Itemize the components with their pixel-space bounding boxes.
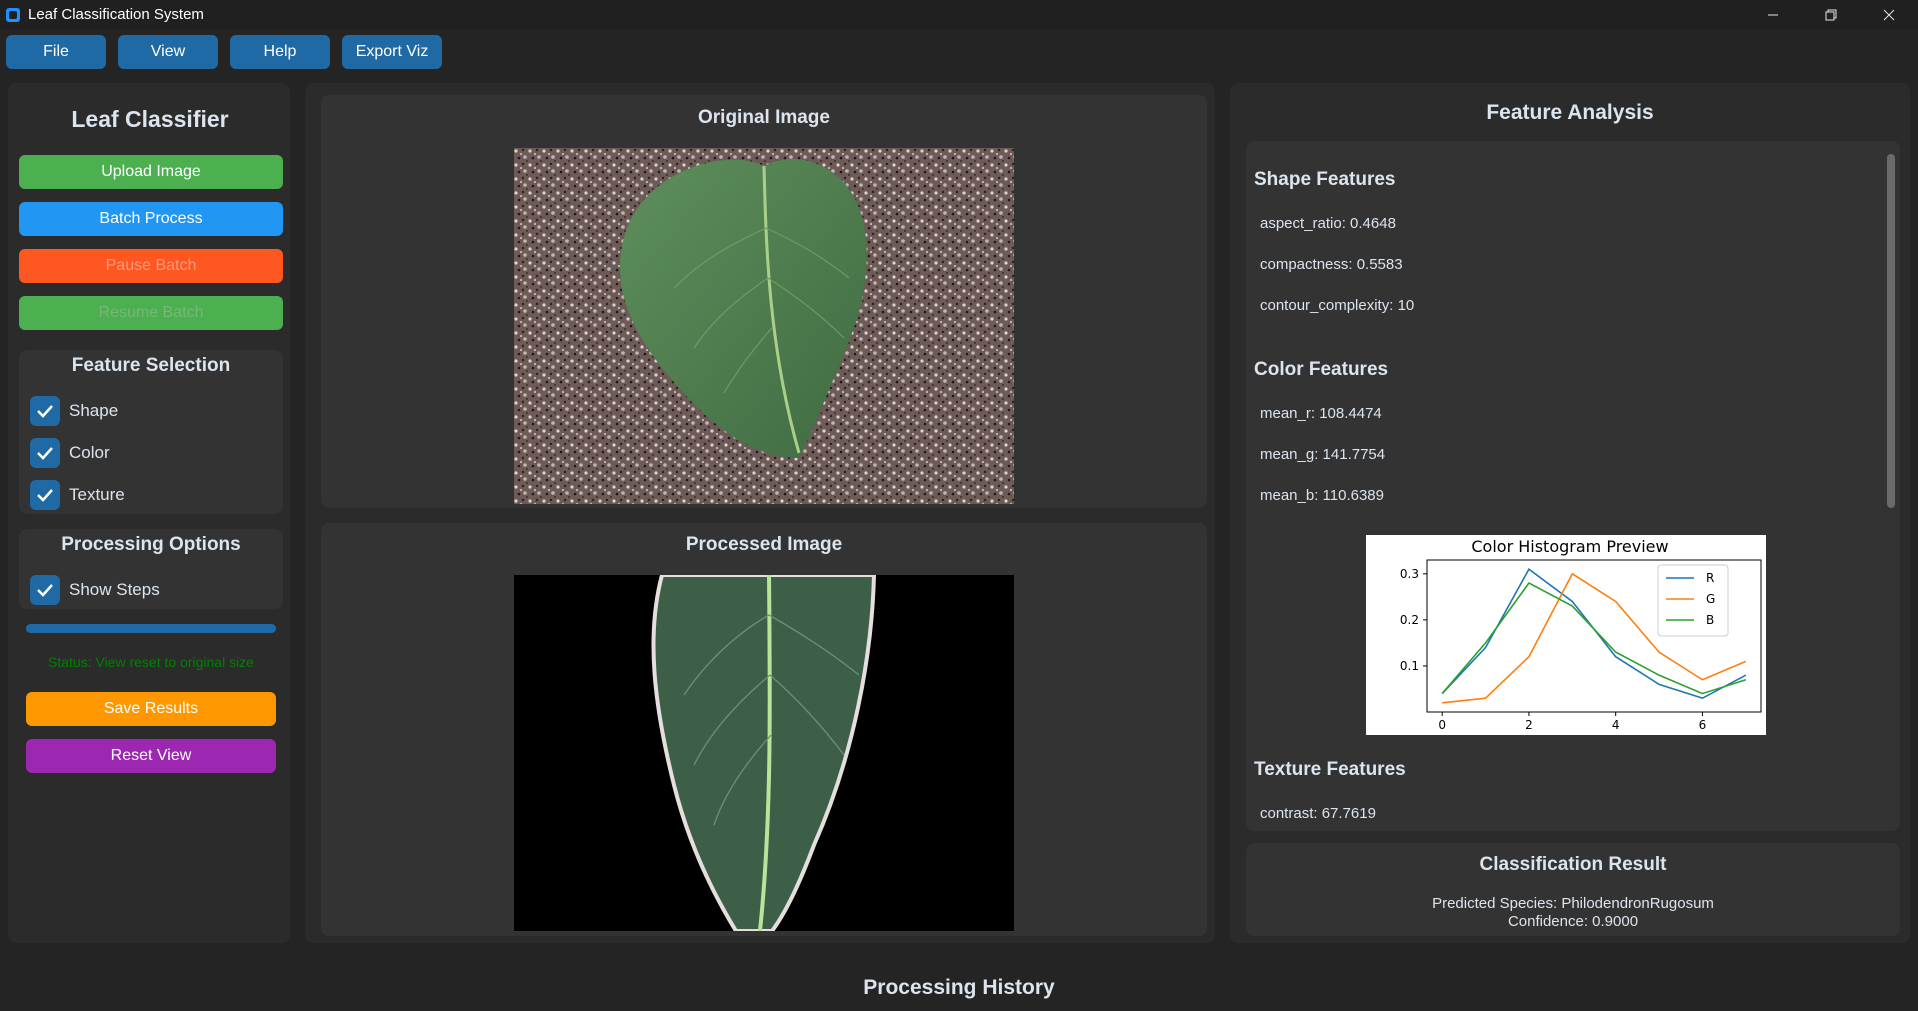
confidence-value: Confidence: 0.9000 [1507,913,1639,930]
help-menu-button[interactable]: Help [230,35,330,69]
legend-label: G [1706,592,1715,606]
checkmark-icon [30,438,60,468]
shape-checkbox-label: Shape [69,401,119,420]
view-menu-button[interactable]: View [118,35,218,69]
color-checkbox[interactable]: Color [30,437,110,469]
title-bar: Leaf Classification System [0,0,1918,29]
window-controls [1744,0,1918,29]
checkmark-icon [30,575,60,605]
close-icon[interactable] [1860,0,1918,29]
color-histogram-chart: Color Histogram Preview 0 2 4 6 0.1 0.2 0.3 RG… [1366,535,1766,735]
x-tick-label: 6 [1699,718,1707,732]
x-tick-label: 0 [1438,718,1446,732]
pause-batch-button[interactable]: Pause Batch [19,249,283,283]
shape-feature-line: aspect_ratio: 0.4648 [1260,215,1396,232]
progress-bar [26,624,276,633]
classification-title: Classification Result [1479,854,1667,875]
y-tick-label: 0.3 [1400,567,1419,581]
save-results-button[interactable]: Save Results [26,692,276,726]
original-leaf-image [514,148,1014,504]
shape-feature-line: contour_complexity: 10 [1260,297,1415,314]
color-feature-line: mean_b: 110.6389 [1260,487,1384,504]
texture-feature-line: contrast: 67.7619 [1260,805,1376,822]
processed-image-title: Processed Image [685,534,843,555]
status-text: Status: View reset to original size [48,654,254,670]
shape-features-title: Shape Features [1254,169,1396,190]
predicted-species: Predicted Species: PhilodendronRugosum [1432,895,1714,912]
feature-selection-title: Feature Selection [71,355,231,376]
app-icon [6,7,20,22]
legend-label: B [1706,613,1714,627]
histogram-svg: Color Histogram Preview 0 2 4 6 0.1 0.2 0.3 RG… [1400,537,1762,732]
texture-checkbox-label: Texture [69,485,125,504]
processing-history-title: Processing History [863,976,1055,999]
minimize-icon[interactable] [1744,0,1802,29]
color-features-title: Color Features [1254,359,1389,380]
y-tick-label: 0.1 [1400,659,1419,673]
file-menu-button[interactable]: File [6,35,106,69]
upload-image-button[interactable]: Upload Image [19,155,283,189]
export-viz-button[interactable]: Export Viz [342,35,442,69]
texture-features-title: Texture Features [1254,759,1406,780]
reset-view-button[interactable]: Reset View [26,739,276,773]
features-scrollbar[interactable] [1887,154,1895,508]
color-feature-line: mean_r: 108.4474 [1260,405,1382,422]
chart-title: Color Histogram Preview [1471,537,1668,556]
color-checkbox-label: Color [69,443,110,462]
batch-process-button[interactable]: Batch Process [19,202,283,236]
resume-batch-button[interactable]: Resume Batch [19,296,283,330]
processed-leaf-image [514,573,1014,933]
feature-analysis-title: Feature Analysis [1486,101,1654,124]
shape-feature-line: compactness: 0.5583 [1260,256,1403,273]
restore-icon[interactable] [1802,0,1860,29]
show-steps-checkbox-label: Show Steps [69,580,160,599]
legend-label: R [1706,571,1714,585]
checkmark-icon [30,480,60,510]
window-title: Leaf Classification System [28,6,204,23]
progress-bar-fill [26,624,276,633]
checkmark-icon [30,396,60,426]
sidebar-title: Leaf Classifier [71,106,229,132]
shape-checkbox[interactable]: Shape [30,395,118,427]
color-feature-line: mean_g: 141.7754 [1260,446,1386,463]
show-steps-checkbox[interactable]: Show Steps [30,574,160,606]
original-image-title: Original Image [698,107,830,128]
menu-bar: File View Help Export Viz [0,29,1918,75]
legend-box [1657,564,1729,637]
x-tick-label: 4 [1612,718,1620,732]
texture-checkbox[interactable]: Texture [30,479,125,511]
x-tick-label: 2 [1525,718,1533,732]
y-tick-label: 0.2 [1400,613,1419,627]
processing-options-title: Processing Options [61,534,241,555]
